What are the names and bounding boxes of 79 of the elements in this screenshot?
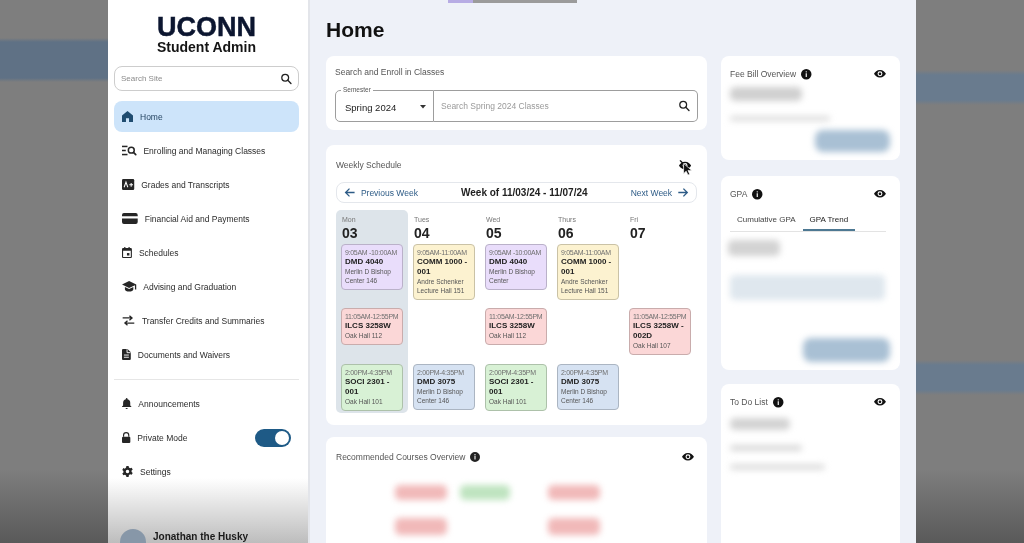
swap-arrows-icon — [122, 315, 135, 326]
search-icon[interactable] — [281, 73, 292, 84]
info-icon[interactable] — [801, 68, 812, 80]
course-code: SOCI 2301 - 001 — [345, 377, 391, 397]
arrow-right-icon — [678, 188, 688, 197]
search-icon[interactable] — [679, 100, 690, 112]
course-code: ILCS 3258W — [345, 321, 392, 331]
page-title: Home — [326, 18, 385, 42]
toggle-label: Private Mode — [137, 432, 188, 443]
card-title: Recommended Courses Overview — [336, 451, 466, 463]
avatar — [120, 529, 146, 543]
course-code: ILCS 3258W - 002D — [633, 321, 685, 341]
nav-item[interactable]: Financial Aid and Payments — [114, 203, 299, 234]
eye-icon[interactable] — [682, 453, 694, 461]
credit-card-icon — [122, 213, 138, 224]
eye-icon[interactable] — [874, 190, 886, 198]
nav-item[interactable]: Schedules — [114, 237, 299, 268]
day-number: 05 — [486, 225, 503, 241]
nav-item[interactable]: Settings — [114, 456, 299, 487]
info-icon[interactable] — [772, 396, 784, 408]
bell-icon — [122, 398, 132, 409]
card-title: Fee Bill Overview — [730, 68, 797, 80]
info-icon[interactable] — [752, 188, 763, 200]
course-code: COMM 1000 - 001 — [561, 257, 613, 277]
course-code: DMD 3075 — [561, 377, 601, 387]
settings-icon — [122, 466, 133, 477]
blurred-text-block — [728, 240, 780, 256]
site-search-field[interactable]: Search Site — [114, 66, 299, 91]
arrow-left-icon — [345, 188, 355, 197]
next-week-link[interactable]: Next Week — [630, 187, 688, 198]
course-code: DMD 4040 — [489, 257, 529, 267]
card-title: To Do List — [730, 396, 768, 408]
blurred-text-block — [730, 418, 790, 430]
day-number: 03 — [342, 225, 359, 241]
logo-wordmark: UCONN — [157, 15, 256, 39]
card-title: Weekly Schedule — [336, 159, 402, 171]
course-code: DMD 4040 — [345, 257, 385, 267]
day-number: 06 — [558, 225, 575, 241]
mouse-pointer-icon — [682, 162, 693, 176]
nav-item[interactable]: Enrolling and Managing Classes — [114, 135, 299, 166]
previous-week-link[interactable]: Previous Week — [345, 187, 418, 198]
course-code: DMD 3075 — [417, 377, 457, 387]
course-code: ILCS 3258W — [489, 321, 536, 331]
gpa-tab[interactable]: Cumulative GPA — [730, 210, 803, 231]
nav-item[interactable]: Documents and Waivers — [114, 339, 299, 370]
eye-icon[interactable] — [874, 70, 886, 78]
app-subtitle: Student Admin — [157, 39, 256, 55]
day-number: 07 — [630, 225, 647, 241]
nav-item[interactable]: Home — [114, 101, 299, 132]
nav-item[interactable]: Grades and Transcripts — [114, 169, 299, 200]
document-icon — [122, 349, 131, 360]
caret-down-icon — [420, 105, 426, 109]
nav-item[interactable]: Transfer Credits and Summaries — [114, 305, 299, 336]
blurred-tag-block — [548, 485, 600, 500]
course-code: COMM 1000 - 001 — [417, 257, 469, 277]
grade-badge-icon — [122, 179, 135, 190]
graduation-cap-icon — [122, 281, 137, 292]
card-title: GPA — [730, 188, 748, 200]
lock-icon — [122, 432, 131, 443]
course-code: SOCI 2301 - 001 — [489, 377, 535, 397]
nav-item[interactable]: Advising and Graduation — [114, 271, 299, 302]
card-title: Search and Enroll in Classes — [335, 66, 445, 78]
eye-icon[interactable] — [874, 398, 886, 406]
home-icon — [122, 111, 133, 122]
blurred-tag-block — [548, 518, 600, 535]
list-search-icon — [122, 145, 137, 156]
blurred-tag-block — [460, 485, 510, 500]
gpa-tab[interactable]: GPA Trend — [802, 210, 856, 231]
toggle-switch[interactable] — [255, 428, 291, 447]
day-number: 04 — [414, 225, 431, 241]
blurred-tag-block — [395, 485, 447, 500]
calendar-icon — [122, 247, 132, 258]
blurred-tag-block — [395, 518, 447, 535]
class-search-field[interactable]: Search Spring 2024 Classes — [434, 90, 698, 122]
week-range-label: Week of 11/03/24 - 11/07/24 — [461, 187, 588, 198]
user-name[interactable]: Jonathan the Husky — [153, 531, 249, 543]
nav-item[interactable]: Announcements — [114, 388, 299, 419]
blurred-text-block — [730, 87, 802, 101]
info-icon[interactable] — [470, 452, 481, 462]
